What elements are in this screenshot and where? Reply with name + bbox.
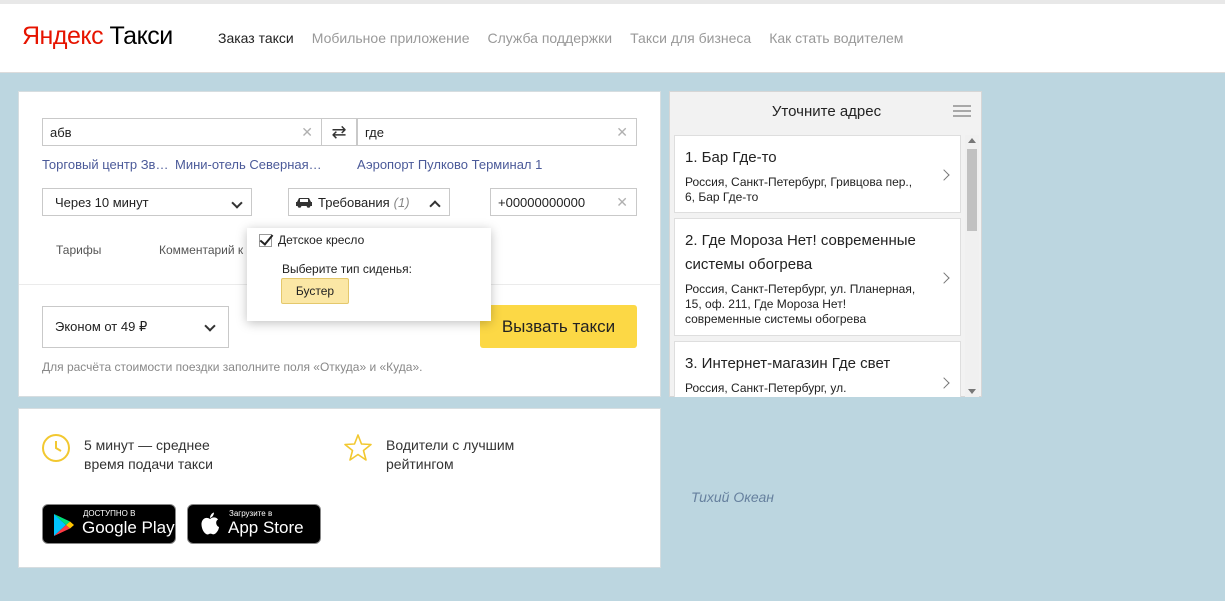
- tab-comment[interactable]: Комментарий к: [159, 243, 243, 257]
- nav-order-taxi[interactable]: Заказ такси: [218, 30, 294, 46]
- price-hint: Для расчёта стоимости поездки заполните …: [42, 360, 423, 374]
- panel-title: Уточните адрес: [771, 103, 882, 120]
- time-select[interactable]: Через 10 минут: [42, 188, 252, 216]
- child-seat-checkbox[interactable]: [259, 234, 272, 247]
- from-input-value: абв: [50, 124, 72, 140]
- to-input-value: где: [365, 124, 384, 140]
- google-play-big-text: Google Play: [82, 518, 175, 537]
- requirements-label: Требования: [318, 194, 390, 210]
- address-result-1[interactable]: 1. Бар Где-то Россия, Санкт-Петербург, Г…: [674, 135, 961, 213]
- yandex-taxi-logo[interactable]: Яндекс Такси: [22, 22, 173, 51]
- site-header: Яндекс Такси Заказ такси Мобильное прило…: [0, 4, 1225, 73]
- seat-type-label: Выберите тип сиденья:: [282, 262, 412, 276]
- address-result-3[interactable]: 3. Интернет-магазин Где свет Россия, Сан…: [674, 341, 961, 397]
- map-label-pacific-ocean: Тихий Океан: [691, 489, 774, 505]
- address-result-2[interactable]: 2. Где Мороза Нет! современные системы о…: [674, 218, 961, 336]
- feature-top-drivers: Водители с лучшим рейтингом: [386, 436, 514, 474]
- apple-icon: [201, 512, 219, 535]
- to-input[interactable]: где ✕: [357, 118, 637, 146]
- call-taxi-button[interactable]: Вызвать такси: [480, 305, 637, 348]
- from-clear-icon[interactable]: ✕: [301, 125, 313, 139]
- promo-block: 5 минут — среднее время подачи такси Вод…: [18, 408, 661, 568]
- results-scrollbar[interactable]: [965, 135, 979, 397]
- feature-top-drivers-line1: Водители с лучшим: [386, 437, 515, 453]
- nav-mobile-app[interactable]: Мобильное приложение: [312, 30, 470, 46]
- address-result-name: 3. Интернет-магазин Где свет: [685, 355, 891, 372]
- nav-business[interactable]: Такси для бизнеса: [630, 30, 751, 46]
- scrollbar-thumb[interactable]: [967, 149, 977, 231]
- tariff-select[interactable]: Эконом от 49 ₽: [42, 306, 229, 348]
- app-store-button[interactable]: Загрузите в App Store: [187, 504, 321, 544]
- google-play-icon: [54, 514, 74, 536]
- google-play-small-text: ДОСТУПНО В: [83, 509, 136, 518]
- tab-tariffs[interactable]: Тарифы: [56, 243, 101, 257]
- logo-first-word: Яндекс: [22, 22, 104, 50]
- time-select-value: Через 10 минут: [55, 194, 149, 210]
- to-clear-icon[interactable]: ✕: [616, 125, 628, 139]
- requirements-count: (1): [393, 194, 410, 210]
- main-nav: Заказ такси Мобильное приложение Служба …: [218, 30, 921, 46]
- clock-icon: [42, 434, 70, 462]
- tariff-select-value: Эконом от 49 ₽: [55, 319, 148, 334]
- booster-seat-button[interactable]: Бустер: [281, 278, 349, 304]
- chevron-up-icon: [429, 200, 441, 212]
- requirements-popup: Детское кресло Выберите тип сиденья: Бус…: [247, 228, 491, 321]
- phone-input-value: +00000000000: [498, 194, 586, 210]
- feature-fast-pickup-line1: 5 минут — среднее: [84, 437, 210, 453]
- nav-become-driver[interactable]: Как стать водителем: [769, 30, 903, 46]
- swap-icon: ⇄: [331, 121, 347, 142]
- logo-second-word: Такси: [109, 22, 174, 50]
- address-result-name: 2. Где Мороза Нет! современные системы о…: [685, 232, 916, 273]
- requirements-select[interactable]: Требования (1): [288, 188, 450, 216]
- address-result-address: Россия, Санкт-Петербург, ул.: [685, 381, 847, 395]
- car-icon: [296, 198, 312, 208]
- address-results-list[interactable]: 1. Бар Где-то Россия, Санкт-Петербург, Г…: [674, 135, 961, 397]
- star-icon: [344, 434, 372, 461]
- chevron-right-icon: [938, 272, 950, 284]
- phone-clear-icon[interactable]: ✕: [616, 195, 628, 209]
- address-clarify-panel: Уточните адрес 1. Бар Где-то Россия, Сан…: [669, 91, 982, 397]
- scroll-down-icon[interactable]: [968, 389, 976, 394]
- phone-input[interactable]: +00000000000 ✕: [490, 188, 637, 216]
- address-result-address: Россия, Санкт-Петербург, Гривцова пер., …: [685, 175, 913, 204]
- app-store-big-text: App Store: [228, 518, 304, 537]
- feature-fast-pickup-line2: время подачи такси: [84, 456, 213, 472]
- feature-top-drivers-line2: рейтингом: [386, 456, 454, 472]
- menu-icon[interactable]: [953, 105, 971, 117]
- child-seat-label[interactable]: Детское кресло: [278, 233, 364, 247]
- from-suggestion-1[interactable]: Торговый центр Зв…: [42, 157, 168, 172]
- google-play-button[interactable]: ДОСТУПНО В Google Play: [42, 504, 176, 544]
- from-suggestion-2[interactable]: Мини-отель Северная…: [175, 157, 322, 172]
- nav-support[interactable]: Служба поддержки: [488, 30, 613, 46]
- app-store-small-text: Загрузите в: [229, 509, 273, 518]
- chevron-right-icon: [938, 377, 950, 389]
- address-result-address: Россия, Санкт-Петербург, ул. Планерная, …: [685, 282, 916, 326]
- scroll-up-icon[interactable]: [968, 138, 976, 143]
- to-suggestion-1[interactable]: Аэропорт Пулково Терминал 1: [357, 157, 542, 172]
- from-input[interactable]: абв ✕: [42, 118, 322, 146]
- chevron-down-icon: [231, 197, 243, 209]
- feature-fast-pickup: 5 минут — среднее время подачи такси: [84, 436, 213, 474]
- chevron-down-icon: [204, 320, 216, 332]
- address-result-name: 1. Бар Где-то: [685, 149, 777, 166]
- chevron-right-icon: [938, 169, 950, 181]
- swap-addresses-button[interactable]: ⇄: [321, 118, 357, 146]
